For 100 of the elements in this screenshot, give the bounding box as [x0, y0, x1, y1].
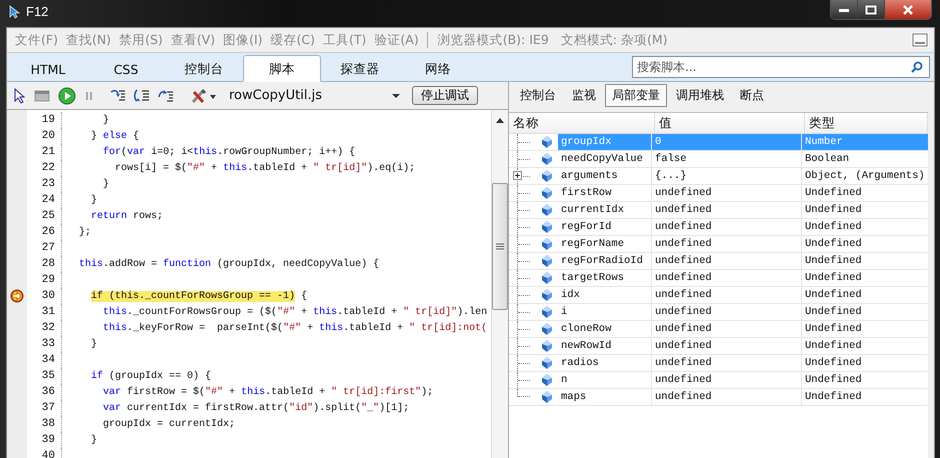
- tab[interactable]: 断点: [733, 84, 771, 107]
- select-arrow-icon[interactable]: [14, 88, 26, 104]
- variable-value: undefined: [651, 321, 801, 337]
- scrollbar[interactable]: [491, 110, 508, 458]
- table-row[interactable]: newRowId undefined Undefined: [509, 338, 928, 355]
- code-line: if (groupIdx == 0) {: [90, 370, 212, 382]
- tab[interactable]: 探查器: [321, 55, 399, 81]
- table-row[interactable]: i undefined Undefined: [509, 304, 928, 321]
- variable-type: Undefined: [801, 321, 928, 337]
- variable-name: i: [560, 305, 568, 320]
- table-row[interactable]: cloneRow undefined Undefined: [509, 321, 928, 338]
- table-row[interactable]: radios undefined Undefined: [509, 355, 928, 372]
- variable-type: Undefined: [801, 253, 928, 269]
- file-dropdown[interactable]: rowCopyUtil.js: [226, 88, 404, 103]
- variable-type: Undefined: [801, 236, 928, 252]
- table-row[interactable]: currentIdx undefined Undefined: [509, 202, 928, 219]
- table-row[interactable]: maps undefined Undefined: [509, 389, 928, 406]
- code-line: }: [102, 178, 110, 190]
- line-number: 27: [27, 240, 62, 256]
- column-header[interactable]: 名称: [509, 113, 655, 133]
- tools-icon[interactable]: [190, 88, 218, 104]
- variable-value: false: [651, 151, 801, 167]
- table-row[interactable]: regForName undefined Undefined: [509, 236, 928, 253]
- table-row[interactable]: idx undefined Undefined: [509, 287, 928, 304]
- table-row[interactable]: regForId undefined Undefined: [509, 219, 928, 236]
- maximize-button[interactable]: [858, 0, 885, 19]
- variable-value: undefined: [651, 287, 801, 303]
- cursor-icon: [8, 4, 20, 18]
- tab[interactable]: 网络: [399, 55, 477, 81]
- stop-debugging-button[interactable]: 停止调试: [412, 86, 478, 105]
- line-number: 30: [27, 288, 62, 304]
- table-row[interactable]: needCopyValue false Boolean: [509, 151, 928, 168]
- window-title: F12: [26, 4, 48, 19]
- variable-type: Undefined: [801, 372, 928, 388]
- code-line: }: [90, 194, 98, 206]
- tab[interactable]: CSS: [87, 55, 165, 81]
- step-into-icon[interactable]: [110, 88, 126, 102]
- play-icon[interactable]: [58, 86, 76, 104]
- line-number: 21: [27, 144, 62, 160]
- line-number: 40: [27, 448, 62, 458]
- table-row[interactable]: firstRow undefined Undefined: [509, 185, 928, 202]
- variable-icon: [542, 204, 552, 216]
- line-number: 24: [27, 192, 62, 208]
- search-icon[interactable]: [911, 61, 923, 73]
- tab[interactable]: 局部变量: [605, 84, 667, 107]
- code-line: rows[i] = $("#" + this.tableId + " tr[id]").eq(i);: [114, 162, 416, 174]
- variable-name: groupIdx: [558, 134, 651, 150]
- variable-name: firstRow: [560, 186, 612, 201]
- dropdown-caret-icon: [391, 92, 401, 98]
- variable-type: Object, (Arguments): [801, 168, 928, 184]
- tab[interactable]: 调用堆栈: [669, 84, 731, 107]
- expand-icon[interactable]: [513, 171, 522, 180]
- variable-type: Undefined: [801, 287, 928, 303]
- variable-name: needCopyValue: [560, 152, 644, 167]
- line-number: 25: [27, 208, 62, 224]
- line-number: 32: [27, 320, 62, 336]
- scrollbar-thumb[interactable]: [492, 183, 508, 310]
- step-out-icon[interactable]: [158, 88, 174, 102]
- dock-icon[interactable]: [912, 33, 928, 47]
- tab[interactable]: 脚本: [243, 55, 321, 82]
- tab[interactable]: HTML: [9, 55, 87, 81]
- variable-name: maps: [560, 390, 588, 405]
- variable-icon: [542, 170, 552, 182]
- maximize-icon: [865, 4, 877, 14]
- variable-value: undefined: [651, 185, 801, 201]
- line-number: 23: [27, 176, 62, 192]
- code-line: this._keyForRow = parseInt($("#" + this.tableId + " tr[id]:not(: [102, 322, 488, 334]
- variable-type: Undefined: [801, 202, 928, 218]
- column-header[interactable]: 值: [655, 113, 805, 133]
- column-header[interactable]: 类型: [805, 113, 928, 133]
- search-field[interactable]: 搜索脚本...: [632, 56, 930, 78]
- minimize-button[interactable]: [831, 0, 858, 19]
- step-over-icon[interactable]: [134, 88, 150, 104]
- table-row[interactable]: targetRows undefined Undefined: [509, 270, 928, 287]
- minimize-icon: [838, 6, 850, 12]
- variable-value: undefined: [651, 219, 801, 235]
- code-line: this._countForRowsGroup = ($("#" + this.tableId + " tr[id]").len: [102, 306, 488, 318]
- line-number: 26: [27, 224, 62, 240]
- code-line: if (this._countForRowsGroup == -1) {: [90, 290, 308, 302]
- scroll-up-icon[interactable]: [496, 118, 504, 123]
- table-row[interactable]: n undefined Undefined: [509, 372, 928, 389]
- variable-name: arguments: [560, 169, 619, 184]
- line-number: 37: [27, 400, 62, 416]
- variable-type: Boolean: [801, 151, 928, 167]
- variable-type: Undefined: [801, 219, 928, 235]
- variable-type: Undefined: [801, 185, 928, 201]
- variable-icon: [542, 306, 552, 318]
- table-row[interactable]: arguments {...} Object, (Arguments): [509, 168, 928, 185]
- variable-name: regForName: [560, 237, 626, 252]
- variable-name: currentIdx: [560, 203, 626, 218]
- table-row[interactable]: regForRadioId undefined Undefined: [509, 253, 928, 270]
- variable-icon: [542, 340, 552, 352]
- tab[interactable]: 控制台: [513, 84, 563, 107]
- variable-icon: [542, 272, 552, 284]
- console-window-icon[interactable]: [34, 88, 50, 102]
- grip-icon: [496, 243, 504, 250]
- tab[interactable]: 监视: [565, 84, 603, 107]
- tab[interactable]: 控制台: [165, 55, 243, 81]
- close-button[interactable]: [885, 0, 931, 19]
- variable-name: n: [560, 373, 568, 388]
